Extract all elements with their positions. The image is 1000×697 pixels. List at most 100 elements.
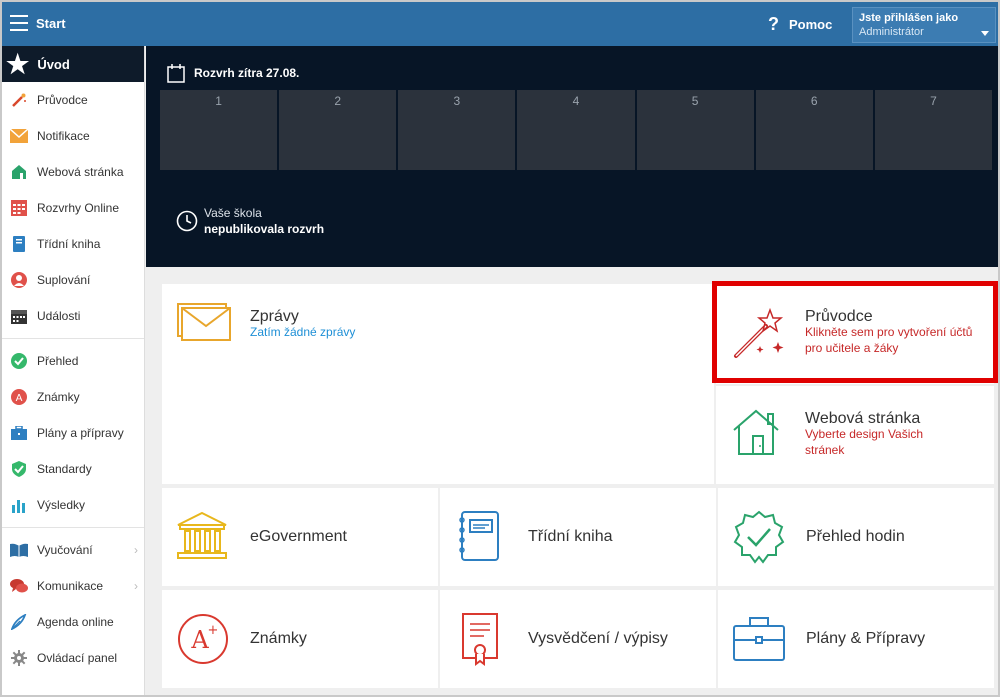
calendar-icon [10, 307, 28, 325]
open-book-icon [10, 541, 28, 559]
sidebar-item-label: Webová stránka [37, 165, 124, 179]
school-message: nepublikovala rozvrh [204, 222, 325, 236]
sidebar-item-komunikace[interactable]: Komunikace › [2, 568, 144, 604]
sidebar-item-label: Ovládací panel [37, 651, 118, 665]
person-icon [10, 271, 28, 289]
sidebar-item-uvod[interactable]: ★ Úvod [2, 46, 144, 82]
sidebar-item-label: Suplování [37, 273, 91, 287]
period-cell[interactable]: 1 [160, 90, 278, 170]
svg-text:+: + [208, 623, 219, 638]
house-icon [733, 409, 779, 455]
school-status: Vaše škola nepublikovala rozvrh [176, 206, 324, 236]
magic-wand-icon [734, 307, 784, 358]
app-title: Start [36, 16, 66, 31]
sidebar-item-label: Známky [37, 390, 80, 404]
tile-plans[interactable]: Plány & Přípravy [718, 590, 994, 688]
book-icon [10, 235, 28, 253]
tile-subtitle: Klikněte sem pro vytvoření účtů pro učit… [805, 325, 973, 355]
tile-wizard[interactable]: Průvodce Klikněte sem pro vytvoření účtů… [716, 284, 994, 384]
chevron-right-icon: › [134, 543, 138, 557]
envelope-icon [10, 127, 28, 145]
chevron-right-icon: › [134, 579, 138, 593]
period-cell[interactable]: 7 [874, 90, 992, 170]
period-row: 1 2 3 4 5 6 7 [160, 90, 992, 170]
sidebar-item-notifikace[interactable]: Notifikace [2, 118, 144, 154]
tile-report-cards[interactable]: Vysvědčení / výpisy [440, 590, 716, 688]
user-menu[interactable]: Jste přihlášen jako Administrátor [852, 7, 996, 43]
tile-title: Vysvědčení / výpisy [528, 630, 668, 647]
user-name: Administrátor [859, 26, 924, 38]
question-icon: ? [768, 14, 779, 34]
briefcase-icon [733, 617, 785, 661]
sidebar-item-standardy[interactable]: Standardy [2, 451, 144, 487]
period-cell[interactable]: 3 [398, 90, 516, 170]
sidebar-item-label: Vyučování [37, 543, 93, 557]
tile-hours-overview[interactable]: Přehled hodin [718, 488, 994, 586]
sidebar-item-label: Komunikace [37, 579, 104, 593]
gear-icon [10, 649, 28, 667]
sidebar-item-rozvrhy-online[interactable]: Rozvrhy Online [2, 190, 144, 226]
chat-icon [10, 577, 28, 595]
calendar-icon [167, 64, 185, 83]
period-cell[interactable]: 2 [279, 90, 397, 170]
tile-subtitle: Vyberte design Vašich stránek [805, 427, 924, 457]
tile-title: Známky [250, 630, 307, 647]
tile-title: Třídní kniha [528, 528, 613, 545]
sidebar-divider [2, 527, 144, 528]
schedule-panel: Rozvrh zítra 27.08. 1 2 3 4 5 6 7 Vaše š… [146, 46, 998, 267]
schedule-title: Rozvrh zítra 27.08. [194, 66, 300, 80]
sidebar-item-prehled[interactable]: Přehled [2, 343, 144, 379]
menu-icon[interactable] [10, 15, 28, 31]
magic-wand-icon [10, 91, 28, 109]
sidebar-item-plany[interactable]: Plány a přípravy [2, 415, 144, 451]
shield-icon [10, 460, 28, 478]
sidebar-item-label: Průvodce [37, 93, 88, 107]
clock-icon [176, 210, 198, 232]
envelope-icon [177, 303, 231, 341]
period-cell[interactable]: 6 [755, 90, 873, 170]
notebook-icon [459, 511, 499, 561]
schedule-header: Rozvrh zítra 27.08. [166, 63, 299, 83]
bar-chart-icon [10, 496, 28, 514]
sidebar-item-label: Výsledky [37, 498, 86, 512]
sidebar-item-vyucovani[interactable]: Vyučování › [2, 532, 144, 568]
tile-title: eGovernment [250, 528, 347, 545]
tile-subtitle: Zatím žádné zprávy [250, 325, 356, 339]
pen-icon [10, 613, 28, 631]
sidebar-item-label: Agenda online [37, 615, 114, 629]
sidebar-item-vysledky[interactable]: Výsledky [2, 487, 144, 523]
app-window: Start ? Pomoc Jste přihlášen jako Admini… [0, 0, 1000, 697]
star-icon: ★ [6, 49, 30, 79]
svg-text:A: A [16, 393, 23, 404]
briefcase-icon [10, 424, 28, 442]
building-icon [177, 511, 227, 559]
period-cell[interactable]: 4 [517, 90, 635, 170]
sidebar-item-suplovani[interactable]: Suplování [2, 262, 144, 298]
sidebar-item-webova-stranka[interactable]: Webová stránka [2, 154, 144, 190]
sidebar-item-label: Přehled [37, 354, 79, 368]
grade-a-plus-icon: A+ [178, 614, 228, 664]
chevron-down-icon [981, 31, 989, 36]
sidebar-item-udalosti[interactable]: Události [2, 298, 144, 334]
top-bar: Start ? Pomoc Jste přihlášen jako Admini… [2, 2, 998, 46]
check-badge-icon [733, 510, 785, 564]
help-button[interactable]: ? Pomoc [768, 14, 832, 35]
tile-grades[interactable]: A + Známky [162, 590, 438, 688]
sidebar-item-label: Úvod [37, 56, 70, 72]
sidebar-item-tridni-kniha[interactable]: Třídní kniha [2, 226, 144, 262]
tile-messages[interactable]: Zprávy Zatím žádné zprávy [162, 284, 714, 484]
sidebar-item-agenda-online[interactable]: Agenda online [2, 604, 144, 640]
calendar-grid-icon [10, 199, 28, 217]
sidebar-item-ovladaci-panel[interactable]: Ovládací panel [2, 640, 144, 676]
tile-classbook[interactable]: Třídní kniha [440, 488, 716, 586]
sidebar-item-pruvodce[interactable]: Průvodce [2, 82, 144, 118]
help-label: Pomoc [789, 17, 833, 32]
user-label: Jste přihlášen jako [859, 12, 959, 24]
tile-egovernment[interactable]: eGovernment [162, 488, 438, 586]
tile-website[interactable]: Webová stránka Vyberte design Vašich str… [716, 386, 994, 484]
svg-text:A: A [190, 626, 209, 654]
sidebar-item-znamky[interactable]: A Známky [2, 379, 144, 415]
tile-title: Plány & Přípravy [806, 630, 926, 647]
period-cell[interactable]: 5 [636, 90, 754, 170]
sidebar-item-label: Události [37, 309, 81, 323]
